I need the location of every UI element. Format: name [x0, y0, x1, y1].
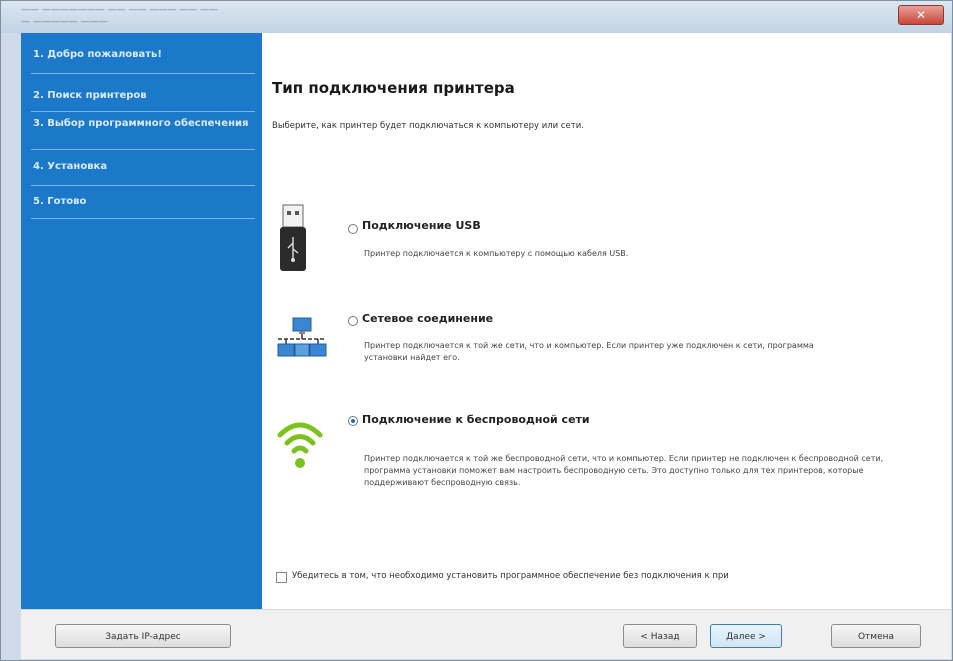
client-area: 1. Добро пожаловать! 2. Поиск принтеров … — [21, 33, 951, 659]
wireless-option-desc: Принтер подключается к той же беспроводн… — [364, 454, 884, 487]
wifi-icon — [277, 422, 323, 468]
installer-window: —— ——————— —— —— ——— —— —— — ————— ——— ✕… — [0, 0, 953, 661]
network-option-desc: Принтер подключается к той же сети, что … — [364, 341, 814, 362]
main-content: Тип подключения принтера Выберите, как п… — [262, 33, 951, 609]
step-welcome: 1. Добро пожаловать! — [33, 49, 162, 60]
step-install: 4. Установка — [33, 161, 108, 172]
window-title-line-1: —— ——————— —— —— ——— —— —— — [21, 5, 219, 15]
step-divider — [31, 149, 255, 150]
usb-option-title[interactable]: Подключение USB — [362, 219, 481, 232]
page-subtitle: Выберите, как принтер будет подключаться… — [272, 121, 584, 131]
close-button[interactable]: ✕ — [898, 5, 944, 25]
cancel-button[interactable]: Отмена — [831, 624, 921, 648]
page-title: Тип подключения принтера — [272, 79, 515, 97]
steps-sidebar: 1. Добро пожаловать! 2. Поиск принтеров … — [21, 33, 262, 609]
network-option-title[interactable]: Сетевое соединение — [362, 312, 493, 325]
network-radio[interactable] — [348, 316, 358, 326]
usb-option-desc: Принтер подключается к компьютеру с помо… — [364, 249, 629, 258]
wireless-option-title[interactable]: Подключение к беспроводной сети — [362, 413, 590, 426]
next-button[interactable]: Далее > — [710, 624, 782, 648]
back-button[interactable]: < Назад — [623, 624, 697, 648]
wireless-radio[interactable] — [348, 416, 358, 426]
window-title-line-2: — ————— ——— — [21, 17, 108, 27]
step-search-printers: 2. Поиск принтеров — [33, 90, 147, 101]
install-without-connection-checkbox[interactable] — [276, 572, 287, 583]
step-select-software: 3. Выбор программного обеспечения — [33, 118, 249, 129]
install-without-connection-label[interactable]: Убедитесь в том, что необходимо установи… — [292, 571, 729, 581]
button-bar: Задать IP-адрес < Назад Далее > Отмена — [21, 609, 951, 659]
set-ip-button[interactable]: Задать IP-адрес — [55, 624, 231, 648]
step-divider — [31, 185, 255, 186]
title-bar[interactable]: —— ——————— —— —— ——— —— —— — ————— ——— ✕ — [1, 1, 952, 33]
step-done: 5. Готово — [33, 196, 87, 207]
step-divider — [31, 73, 255, 74]
network-icon — [277, 317, 327, 357]
window-title: —— ——————— —— —— ——— —— —— — ————— ——— — [21, 4, 441, 28]
step-divider — [31, 218, 255, 219]
usb-icon — [280, 204, 306, 271]
usb-radio[interactable] — [348, 224, 358, 234]
step-divider — [31, 111, 255, 112]
close-icon: ✕ — [915, 8, 927, 22]
